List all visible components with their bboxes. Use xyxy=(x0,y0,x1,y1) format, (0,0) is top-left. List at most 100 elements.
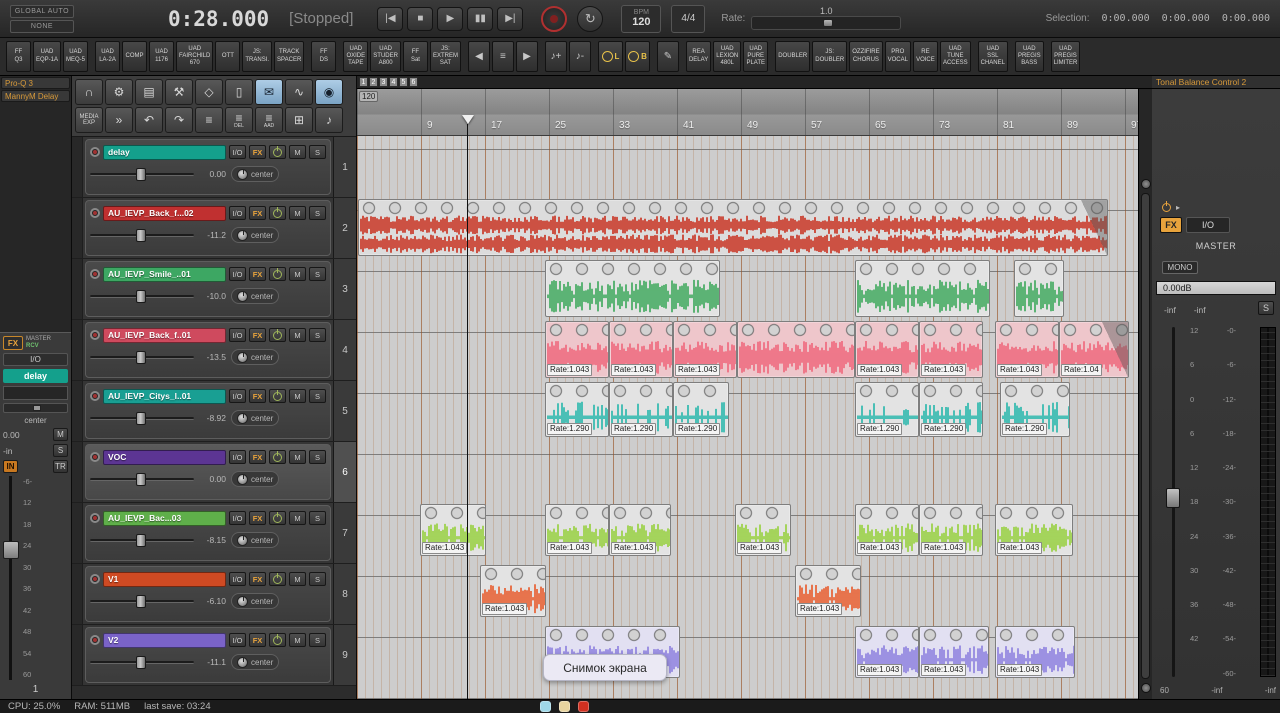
mono-button[interactable]: MONO xyxy=(1162,261,1198,274)
bpm-box[interactable]: BPM 120 xyxy=(621,4,662,33)
strip-solo-button[interactable]: S xyxy=(53,444,68,457)
fader-handle[interactable] xyxy=(3,541,19,560)
trash-icon[interactable]: ▯ xyxy=(225,79,253,105)
media-item[interactable]: Rate:1.043 xyxy=(545,321,609,378)
strip-io-button[interactable]: I/O xyxy=(3,353,68,366)
fx-button[interactable]: B xyxy=(624,41,650,72)
fx-enable-button[interactable] xyxy=(269,267,286,281)
grid-icon[interactable]: ⊞ xyxy=(285,107,313,133)
fx-button[interactable]: OTT xyxy=(215,41,241,72)
volume-fader[interactable] xyxy=(90,289,194,304)
media-item[interactable]: Rate:1.290 xyxy=(673,382,729,437)
record-dot-icon[interactable] xyxy=(578,701,589,712)
record-arm-button[interactable] xyxy=(90,513,100,523)
media-item[interactable]: Rate:1.043 xyxy=(855,321,919,378)
io-button[interactable]: I/O xyxy=(229,633,246,647)
fx-enable-button[interactable] xyxy=(269,328,286,342)
transport-button[interactable]: ▶| xyxy=(497,6,524,31)
mute-button[interactable]: M xyxy=(289,450,306,464)
media-item[interactable]: Rate:1.04 xyxy=(1059,321,1129,378)
fx-button[interactable]: FX xyxy=(249,145,266,159)
media-item[interactable]: Rate:1.043 xyxy=(420,504,486,556)
fade-out-handle[interactable] xyxy=(1081,200,1107,255)
pan-control[interactable]: center xyxy=(231,166,280,182)
volume-fader[interactable] xyxy=(90,350,194,365)
fx-enable-button[interactable] xyxy=(269,450,286,464)
fx-button[interactable]: UAD EQP-1A xyxy=(33,41,62,72)
io-button[interactable]: I/O xyxy=(229,450,246,464)
fx-button[interactable]: FX xyxy=(249,450,266,464)
fx-button[interactable]: JS: TRANSI. xyxy=(242,41,273,72)
track-name-button[interactable]: V2 xyxy=(103,632,226,648)
fx-button[interactable]: FF Sat xyxy=(402,41,428,72)
scrollbar-thumb[interactable] xyxy=(1141,193,1150,679)
fx-enable-button[interactable] xyxy=(269,572,286,586)
record-arm-button[interactable] xyxy=(90,391,100,401)
docker-tab[interactable]: Tonal Balance Control 2 xyxy=(1152,76,1280,89)
media-item[interactable]: Rate:1.043 xyxy=(919,321,983,378)
master-fader[interactable] xyxy=(1166,327,1180,677)
track-name-button[interactable]: VOC xyxy=(103,449,226,465)
volume-fader[interactable] xyxy=(90,472,194,487)
media-icon[interactable]: » xyxy=(105,107,133,133)
track-name-button[interactable]: AU_IEVP_Smile_..01 xyxy=(103,266,226,282)
media-item[interactable]: Rate:1.290 xyxy=(855,382,919,437)
track-name-button[interactable]: AU_IEVP_Citys_l..01 xyxy=(103,388,226,404)
fx-button[interactable]: ♪- xyxy=(568,41,591,72)
fader-handle[interactable] xyxy=(135,228,146,242)
fx-button[interactable]: UAD LEXION 480L xyxy=(713,41,742,72)
io-button[interactable]: I/O xyxy=(229,572,246,586)
scrollbar-zoom-button[interactable] xyxy=(1141,179,1151,189)
solo-button[interactable]: S xyxy=(309,511,326,525)
fx-button[interactable]: UAD PREGIS LIMITER xyxy=(1050,41,1081,72)
pan-slider-handle[interactable] xyxy=(32,405,41,411)
marker-tab[interactable]: 1 xyxy=(359,77,368,87)
io-button[interactable]: I/O xyxy=(229,206,246,220)
fx-button[interactable]: UAD 1176 xyxy=(149,41,175,72)
media-item[interactable]: Rate:1.290 xyxy=(919,382,983,437)
track-number[interactable]: 9 xyxy=(333,625,356,685)
record-arm-button[interactable] xyxy=(90,452,100,462)
fx-button[interactable]: UAD SSL CHANEL xyxy=(977,41,1008,72)
master-fx-button[interactable]: FX xyxy=(1160,217,1182,233)
mute-button[interactable]: M xyxy=(289,145,306,159)
rate-slider-handle[interactable] xyxy=(823,18,834,27)
tempo-marker[interactable]: 120 xyxy=(359,91,379,102)
fader-handle[interactable] xyxy=(135,289,146,303)
fx-enable-button[interactable] xyxy=(269,511,286,525)
mute-button[interactable]: M xyxy=(289,267,306,281)
time-display[interactable]: 0:28.000 xyxy=(168,7,269,31)
fx-button[interactable]: FF Q3 xyxy=(6,41,31,72)
photos-app-icon[interactable] xyxy=(559,701,570,712)
track-number[interactable]: 1 xyxy=(333,137,356,197)
record-arm-button[interactable] xyxy=(90,330,100,340)
loop-button[interactable]: ↻ xyxy=(577,5,604,32)
fx-button[interactable]: FX xyxy=(249,572,266,586)
media-item[interactable]: Rate:1.290 xyxy=(1000,382,1070,437)
media-item[interactable]: Rate:1.043 xyxy=(855,626,919,678)
marker-tab[interactable]: 4 xyxy=(389,77,398,87)
track-name-button[interactable]: AU_IEVP_Back_f...02 xyxy=(103,205,226,221)
pan-control[interactable]: center xyxy=(231,288,280,304)
record-arm-button[interactable] xyxy=(90,635,100,645)
scrollbar-zoom-button[interactable] xyxy=(1141,683,1151,693)
io-button[interactable]: I/O xyxy=(229,145,246,159)
volume-fader[interactable] xyxy=(90,411,194,426)
fx-button[interactable]: TRACK SPACER xyxy=(274,41,305,72)
media-item[interactable]: Rate:1.043 xyxy=(795,565,861,617)
record-button[interactable] xyxy=(541,5,568,32)
marker-tab[interactable]: 6 xyxy=(409,77,418,87)
media-item[interactable]: Rate:1.043 xyxy=(995,626,1075,678)
media-item[interactable]: Rate:1.043 xyxy=(545,504,609,556)
volume-fader[interactable] xyxy=(90,228,194,243)
media-item[interactable]: Rate:1.043 xyxy=(735,504,791,556)
marker-tab[interactable]: 3 xyxy=(379,77,388,87)
fx-button[interactable]: ▶ xyxy=(515,41,538,72)
fx-button[interactable]: PRO VOCAL xyxy=(884,41,911,72)
global-auto-button[interactable]: GLOBAL AUTO xyxy=(10,4,74,18)
media-item[interactable]: Rate:1.043 xyxy=(609,321,673,378)
solo-button[interactable]: S xyxy=(309,389,326,403)
fx-button[interactable]: DOUBLER xyxy=(775,41,811,72)
fx-enable-button[interactable] xyxy=(269,633,286,647)
solo-button[interactable]: S xyxy=(309,206,326,220)
